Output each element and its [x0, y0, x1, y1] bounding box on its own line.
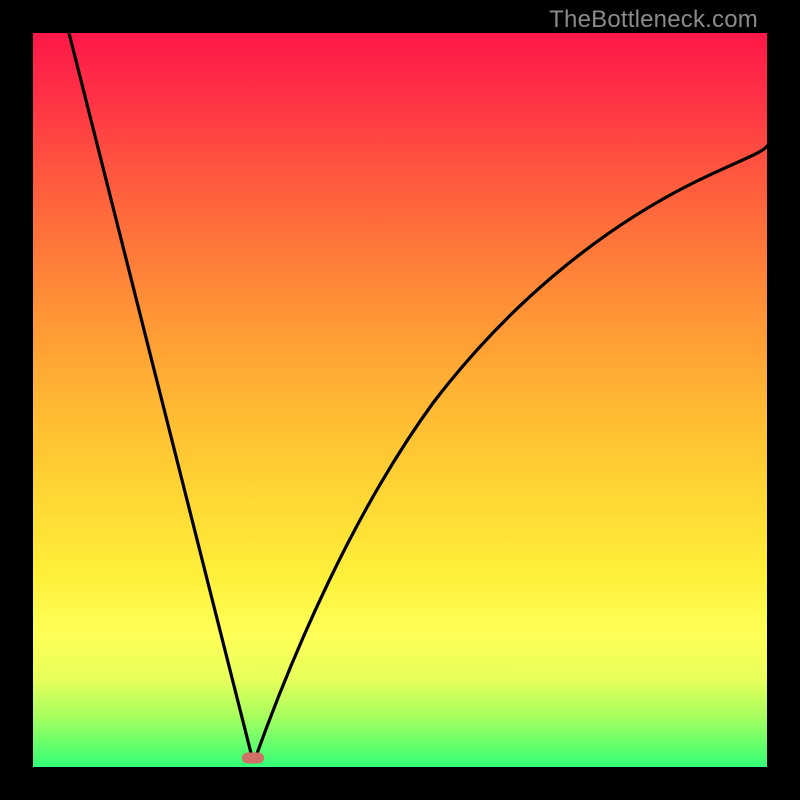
chart-curve-layer: [33, 33, 767, 767]
chart-curve: [69, 33, 767, 759]
chart-minimum-marker: [242, 753, 264, 764]
watermark-text: TheBottleneck.com: [549, 6, 758, 34]
chart-frame: TheBottleneck.com: [0, 0, 800, 800]
